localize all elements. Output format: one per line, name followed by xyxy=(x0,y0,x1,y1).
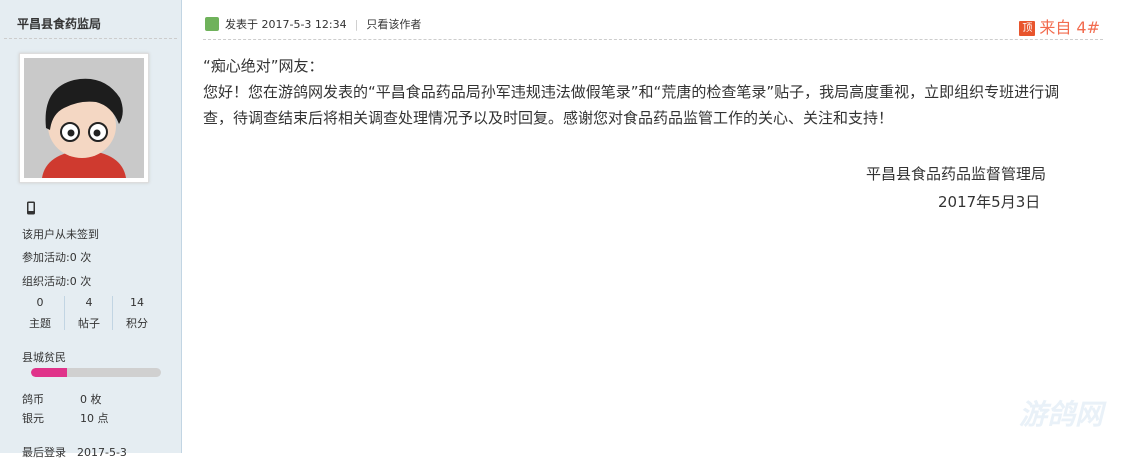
only-author-link[interactable]: 只看该作者 xyxy=(366,18,421,31)
signature-date: 2017年5月3日 xyxy=(938,193,1041,211)
level-progress-fill xyxy=(31,368,68,377)
floor-number[interactable]: 顶来自 4# xyxy=(1019,14,1100,38)
meta-separator: | xyxy=(354,18,359,31)
signature-org: 平昌县食品药品监督管理局 xyxy=(866,165,1047,183)
stat-topics[interactable]: 0 主题 xyxy=(16,296,64,330)
divider xyxy=(4,38,177,39)
top-badge-icon: 顶 xyxy=(1019,21,1036,36)
floor-label: 来自 4# xyxy=(1039,18,1100,37)
user-level[interactable]: 县城贫民 xyxy=(22,349,66,365)
activity-org: 组织活动:0 次 xyxy=(22,275,92,288)
post-text: 您好！您在游鸽网发表的“平昌食品药品局孙军违规违法做假笔录”和“荒唐的检查笔录”… xyxy=(203,83,1060,127)
post-content-area: 发表于 2017-5-3 12:34 | 只看该作者 顶来自 4# “痴心绝对”网友… xyxy=(183,0,1121,453)
author-sidebar: 平昌县食药监局 该用户从未签到 参加活动:0 次 组织活动:0 次 0 主题 4… xyxy=(0,0,182,459)
level-progress-bar xyxy=(31,368,161,377)
activity-join: 参加活动:0 次 xyxy=(22,251,92,264)
stat-posts[interactable]: 4 帖子 xyxy=(64,296,113,330)
post-meta: 发表于 2017-5-3 12:34 | 只看该作者 xyxy=(205,16,421,32)
post-time: 发表于 2017-5-3 12:34 xyxy=(225,18,347,31)
stat-points[interactable]: 14 积分 xyxy=(112,296,161,330)
avatar[interactable] xyxy=(19,53,149,183)
avatar-image xyxy=(24,58,144,178)
sign-status: 该用户从未签到 xyxy=(22,228,99,241)
watermark: 游鸽网 xyxy=(1018,398,1103,431)
divider xyxy=(203,39,1103,40)
post-body: “痴心绝对”网友： 您好！您在游鸽网发表的“平昌食品药品局孙军违规违法做假笔录”… xyxy=(203,53,1083,131)
author-name[interactable]: 平昌县食药监局 xyxy=(17,15,101,32)
post-greeting: “痴心绝对”网友： xyxy=(203,57,324,75)
online-user-icon xyxy=(205,17,219,31)
last-login: 最后登录 2017-5-3 xyxy=(22,446,127,459)
user-stats: 0 主题 4 帖子 14 积分 xyxy=(16,296,160,330)
mobile-icon xyxy=(27,201,35,215)
